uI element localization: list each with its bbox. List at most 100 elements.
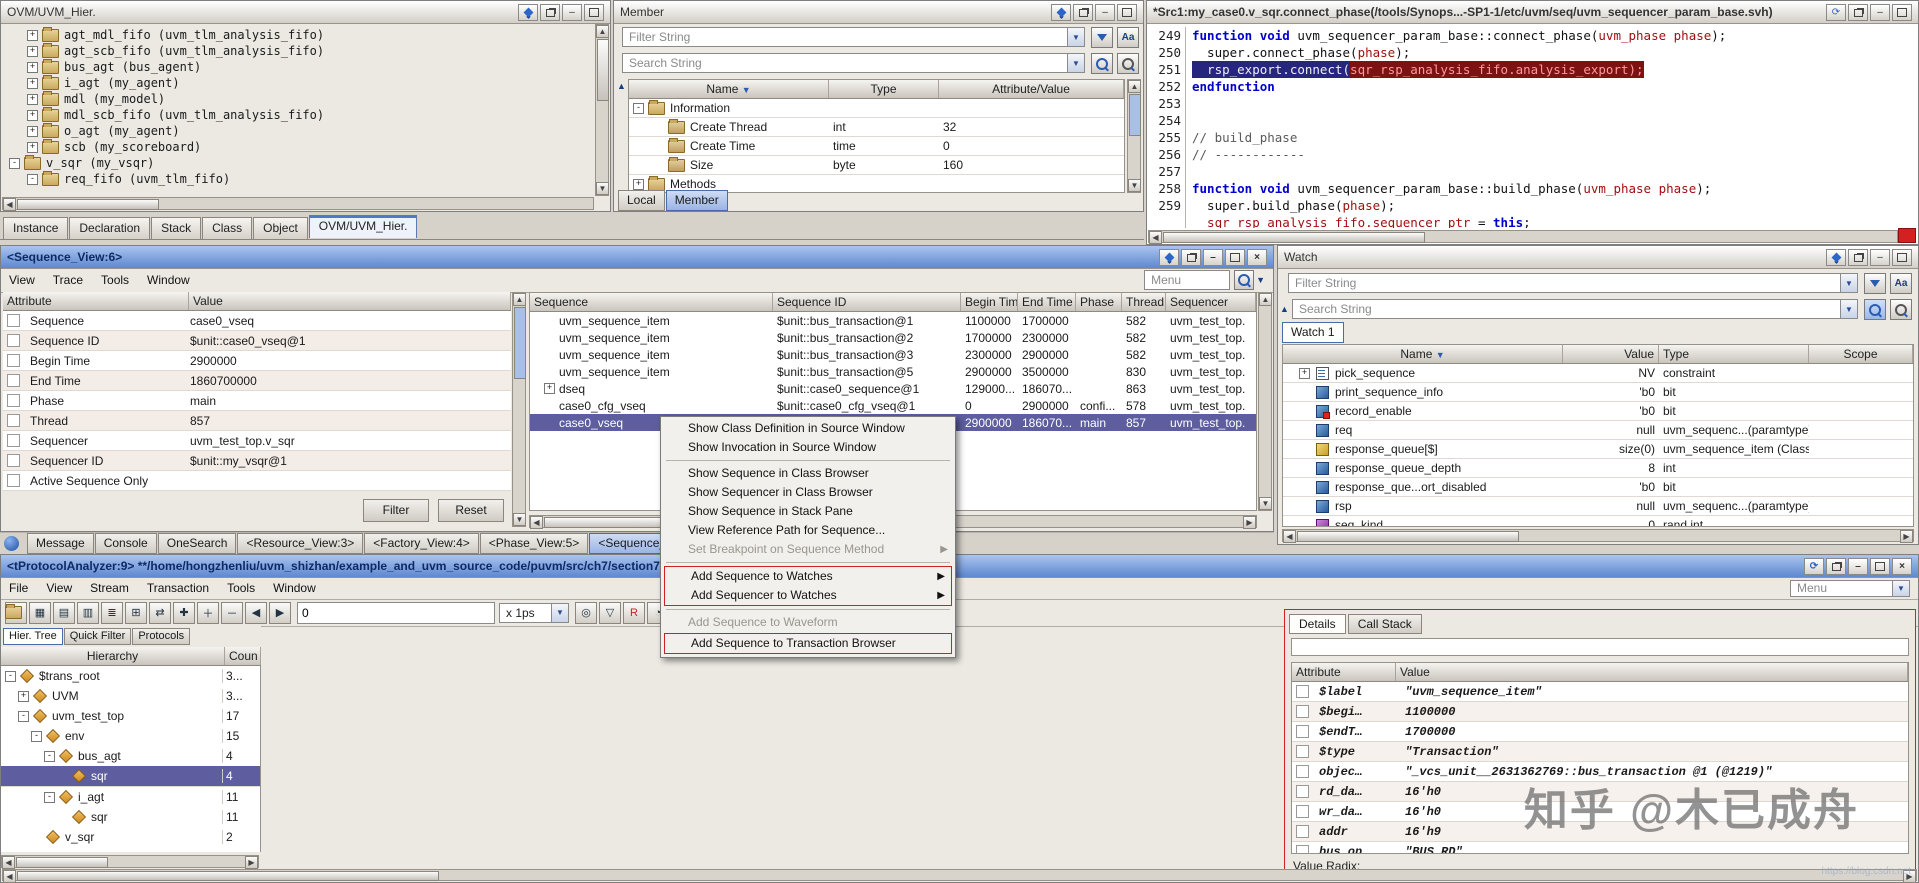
tab-message[interactable]: Message [27,533,94,554]
tree-item[interactable]: -v_sqr (my_vsqr) [3,155,594,171]
checkbox[interactable] [7,314,20,327]
code-line[interactable]: 259 super.build_phase(phase); [1151,197,1916,214]
watch-row[interactable]: +reqnulluvm_sequenc...(paramtype) [1283,421,1913,440]
grid-icon[interactable]: ▦ [29,602,51,624]
reset-button[interactable]: Reset [438,499,504,522]
time-value-input[interactable] [297,602,495,624]
reload-icon[interactable]: ⟳ [1804,558,1824,575]
detail-row[interactable]: bus_op"BUS_RD" [1292,842,1908,854]
tab--resource-view-3-[interactable]: <Resource_View:3> [237,533,363,554]
cols-icon[interactable]: ▥ [77,602,99,624]
pin-icon[interactable] [1051,4,1071,21]
sequence-vertical-scrollbar[interactable]: ▲▼ [1258,292,1272,511]
attribute-row[interactable]: Phasemain [3,391,511,411]
menu-item-show-sequence-in-class-browser[interactable]: Show Sequence in Class Browser [662,464,954,483]
hierarchy-node[interactable]: +sqr4 [1,766,260,787]
tab-member[interactable]: Member [666,190,728,211]
menu-item-show-invocation-in-source-window[interactable]: Show Invocation in Source Window [662,438,954,457]
detail-row[interactable]: $type"Transaction" [1292,742,1908,762]
hier-vertical-scrollbar[interactable]: ▲▼ [595,24,609,196]
target-icon[interactable]: ◎ [575,602,597,624]
table-row[interactable]: -Information [629,99,1124,118]
code-line[interactable]: 255// build_phase [1151,129,1916,146]
minimize-icon[interactable]: – [1095,4,1115,21]
hierarchy-node[interactable]: +v_sqr2 [1,827,260,847]
table-row[interactable]: +Sizebyte160 [629,156,1124,175]
tab-watch-1[interactable]: Watch 1 [1282,322,1344,343]
search-icon-button[interactable] [1864,299,1886,320]
watch-row[interactable]: +seq_kind0rand int [1283,516,1913,527]
sequence-row[interactable]: +uvm_sequence_item$unit::bus_transaction… [530,312,1256,329]
menu-item-add-sequence-to-transaction-browser[interactable]: Add Sequence to Transaction Browser [665,634,951,653]
tab-quick-filter[interactable]: Quick Filter [64,628,132,645]
chevron-down-icon[interactable]: ▼ [1067,28,1084,46]
tree-item[interactable]: +bus_agt (bus_agent) [3,59,594,75]
code-line[interactable]: 253 [1151,95,1916,112]
tab-stack[interactable]: Stack [151,217,201,239]
close-icon[interactable]: × [1892,558,1912,575]
cross-icon[interactable]: ✚ [173,602,195,624]
list-icon[interactable]: ≣ [101,602,123,624]
attribute-row[interactable]: Sequencer ID$unit::my_vsqr@1 [3,451,511,471]
attribute-vertical-scrollbar[interactable]: ▲▼ [512,292,526,527]
chevron-down-icon[interactable]: ▼ [1840,274,1857,292]
expander-icon[interactable]: - [9,158,20,169]
tab-protocols[interactable]: Protocols [132,628,190,645]
folder-icon[interactable] [5,602,27,624]
checkbox[interactable] [7,474,20,487]
collapse-arrow-icon[interactable]: ▲ [1280,304,1289,314]
tab-object[interactable]: Object [253,217,308,239]
expander-icon[interactable]: + [1299,368,1310,379]
expander-icon[interactable]: + [27,62,38,73]
watch-row[interactable]: +pick_sequenceNVconstraint [1283,364,1913,383]
expander-icon[interactable]: - [18,711,29,722]
minimize-icon[interactable]: – [562,4,582,21]
menu-window[interactable]: Window [273,581,316,595]
hierarchy-node[interactable]: -env15 [1,726,260,746]
tab-call-stack[interactable]: Call Stack [1348,614,1422,634]
attribute-row[interactable]: Begin Time2900000 [3,351,511,371]
menu-file[interactable]: File [9,581,28,595]
next-icon[interactable]: ▶ [269,602,291,624]
menu-item-show-sequencer-in-class-browser[interactable]: Show Sequencer in Class Browser [662,483,954,502]
watch-search-input[interactable]: Search String▼ [1292,299,1858,319]
expander-icon[interactable]: + [27,142,38,153]
sequence-row[interactable]: +uvm_sequence_item$unit::bus_transaction… [530,346,1256,363]
float-icon[interactable] [1073,4,1093,21]
tree-item[interactable]: +scb (my_scoreboard) [3,139,594,155]
zoom-out-icon[interactable]: － [221,602,243,624]
source-horizontal-scrollbar[interactable]: ◀ [1148,230,1898,243]
menu-stream[interactable]: Stream [90,581,129,595]
watch-row[interactable]: +response_queue[$]size(0)uvm_sequence_it… [1283,440,1913,459]
pa-horizontal-scrollbar[interactable]: ◀▶ [2,869,1917,881]
zoom-in-icon[interactable]: ＋ [197,602,219,624]
search-all-icon-button[interactable] [1117,53,1139,74]
tab-hier-tree[interactable]: Hier. Tree [3,628,63,645]
reload-icon[interactable]: ⟳ [1826,4,1846,21]
attribute-row[interactable]: Thread857 [3,411,511,431]
pin-icon[interactable] [518,4,538,21]
float-icon[interactable] [1181,249,1201,266]
table-row[interactable]: +Create Threadint32 [629,118,1124,137]
member-table-header[interactable]: Name ▼ Type Attribute/Value [629,80,1124,99]
menu-trace[interactable]: Trace [53,273,83,287]
checkbox[interactable] [1296,765,1309,778]
details-table-header[interactable]: Attribute Value [1292,663,1908,682]
tree-item[interactable]: +mdl_scb_fifo (uvm_tlm_analysis_fifo) [3,107,594,123]
menu-transaction[interactable]: Transaction [147,581,209,595]
expander-icon[interactable]: - [44,792,55,803]
menu-item-show-class-definition-in-source-window[interactable]: Show Class Definition in Source Window [662,419,954,438]
hierarchy-node[interactable]: -$trans_root3... [1,666,260,686]
code-line[interactable]: 258function void uvm_sequencer_param_bas… [1151,180,1916,197]
attribute-row[interactable]: Active Sequence Only [3,471,511,491]
tab-declaration[interactable]: Declaration [69,217,150,239]
minimize-icon[interactable]: – [1203,249,1223,266]
filter-icon-button[interactable] [1864,273,1886,294]
tab-details[interactable]: Details [1289,614,1346,634]
sequence-row[interactable]: +dseq$unit::case0_sequence@1129000...186… [530,380,1256,397]
menu-tools[interactable]: Tools [227,581,255,595]
code-line[interactable]: 257 [1151,163,1916,180]
expander-icon[interactable]: - [27,174,38,185]
attribute-row[interactable]: Sequenceruvm_test_top.v_sqr [3,431,511,451]
float-icon[interactable] [1848,4,1868,21]
